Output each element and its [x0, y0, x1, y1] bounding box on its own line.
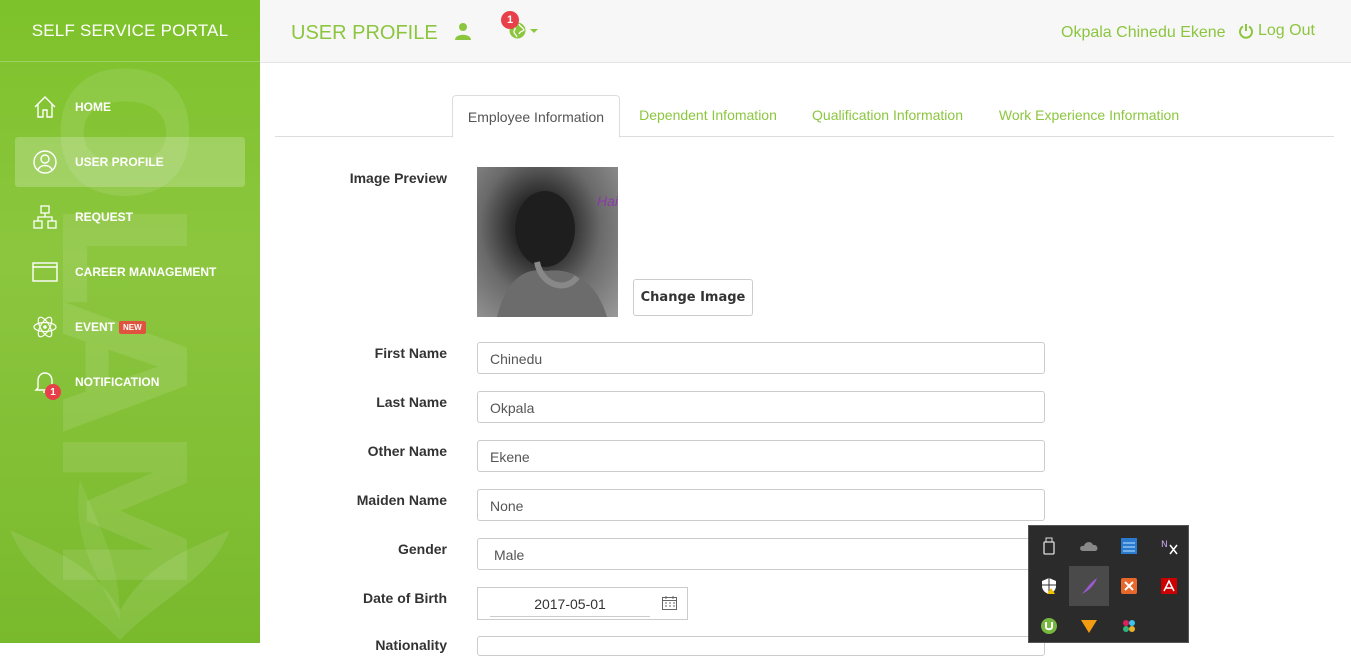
dob-datepicker[interactable]: 2017-05-01 [477, 587, 688, 620]
atom-icon [31, 313, 59, 341]
feather-pen-icon[interactable] [1069, 566, 1109, 606]
app-title: SELF SERVICE PORTAL [0, 0, 260, 62]
sidebar-item-home[interactable]: HOME [15, 82, 245, 132]
home-icon [31, 93, 59, 121]
security-shield-icon[interactable] [1029, 566, 1069, 606]
other-name-field[interactable]: Ekene [477, 440, 1045, 472]
logout-button[interactable]: Log Out [1238, 22, 1315, 40]
globe-badge: 1 [501, 11, 519, 29]
gender-select[interactable]: Male [477, 538, 1045, 570]
new-badge: NEW [119, 320, 146, 334]
sidebar-item-label: USER PROFILE [75, 155, 164, 169]
onenote-clip-icon[interactable]: N [1149, 526, 1189, 566]
last-name-label: Last Name [376, 394, 447, 410]
svg-text:N: N [1161, 540, 1168, 550]
sidebar-item-label: REQUEST [75, 210, 134, 224]
sidebar-item-user-profile[interactable]: USER PROFILE [15, 137, 245, 187]
sidebar-item-label: HOME [75, 100, 111, 114]
page-title: USER PROFILE [291, 22, 438, 44]
bell-icon: 1 [31, 368, 61, 400]
first-name-label: First Name [374, 345, 447, 361]
sidebar-item-label: CAREER MANAGEMENT [75, 265, 217, 279]
tab-employee-information[interactable]: Employee Information [452, 95, 620, 138]
onedrive-cloud-icon[interactable] [1069, 526, 1109, 566]
maiden-name-label: Maiden Name [356, 492, 447, 508]
sidebar-item-label: NOTIFICATION [75, 375, 160, 389]
other-name-label: Other Name [367, 443, 447, 459]
utorrent-icon[interactable] [1029, 606, 1069, 646]
system-tray-popup: N [1028, 525, 1189, 643]
sidebar-item-career-management[interactable]: CAREER MANAGEMENT [15, 247, 245, 297]
nationality-field[interactable] [477, 636, 1045, 656]
sidebar-item-label: EVENT [75, 320, 116, 334]
network-monitor-icon[interactable] [1109, 526, 1149, 566]
leaf-logo-decoration [10, 480, 230, 640]
tab-work-experience-information[interactable]: Work Experience Information [987, 95, 1191, 135]
last-name-field[interactable]: Okpala [477, 391, 1045, 423]
xampp-icon[interactable] [1109, 566, 1149, 606]
slack-icon[interactable] [1109, 606, 1149, 646]
profile-photo: Hai [477, 167, 618, 317]
caret-down-icon [530, 28, 538, 33]
profile-tabs: Employee Information Dependent Infomatio… [275, 95, 1334, 138]
sidebar-menu: HOME USER PROFILE REQUEST CAREER MANAGEM… [0, 82, 260, 407]
top-header: USER PROFILE 1 Okpala Chinedu Ekene Log … [260, 0, 1351, 63]
user-icon[interactable] [455, 22, 471, 45]
photo-overlay-text: Hai [597, 193, 618, 209]
user-name[interactable]: Okpala Chinedu Ekene [1061, 24, 1226, 42]
dob-value[interactable]: 2017-05-01 [490, 593, 650, 617]
sidebar: OLAM SELF SERVICE PORTAL HOME USER PROFI… [0, 0, 260, 643]
sidebar-item-request[interactable]: REQUEST [15, 192, 245, 242]
nationality-label: Nationality [375, 637, 447, 653]
maiden-name-field[interactable]: None [477, 489, 1045, 521]
image-preview-label: Image Preview [349, 170, 447, 186]
change-image-button[interactable]: Change Image [633, 279, 753, 316]
sidebar-item-notification[interactable]: 1 NOTIFICATION [15, 357, 245, 407]
dob-label: Date of Birth [363, 590, 447, 606]
sidebar-item-event[interactable]: EVENT NEW [15, 302, 245, 352]
adobe-icon[interactable] [1149, 566, 1189, 606]
tab-dependent-information[interactable]: Dependent Infomation [628, 95, 788, 135]
usb-drive-icon[interactable] [1029, 526, 1069, 566]
calendar-icon[interactable] [662, 595, 677, 610]
sitemap-icon [31, 203, 59, 231]
user-circle-icon [31, 148, 59, 176]
gender-label: Gender [397, 541, 447, 557]
power-icon [1239, 24, 1253, 39]
browser-window-icon [31, 258, 59, 286]
first-name-field[interactable]: Chinedu [477, 342, 1045, 374]
logout-label: Log Out [1258, 22, 1315, 39]
globe-notification-dropdown[interactable]: 1 [501, 11, 539, 39]
tab-qualification-information[interactable]: Qualification Information [800, 95, 975, 135]
notification-count-badge: 1 [45, 384, 61, 400]
vlc-cone-icon[interactable] [1069, 606, 1109, 646]
